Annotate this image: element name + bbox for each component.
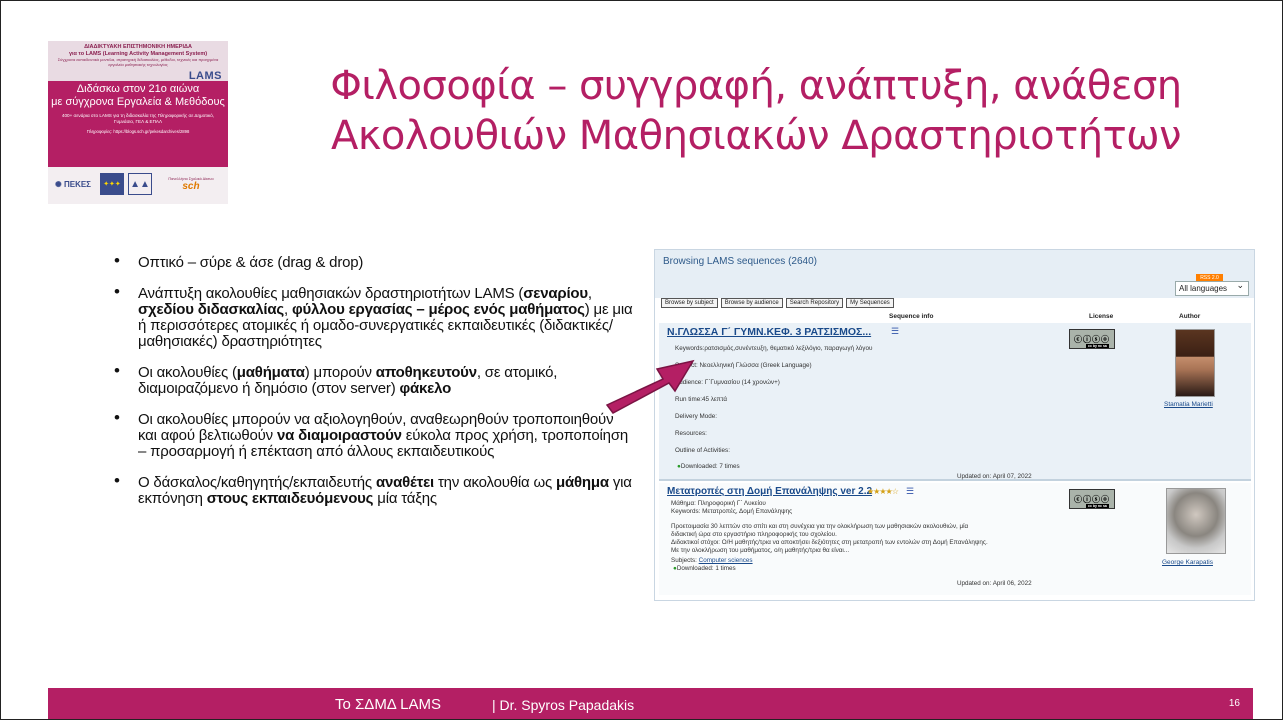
title-line1: Φιλοσοφία – συγγραφή, ανάπτυξη, ανάθεση bbox=[330, 63, 1182, 109]
tab-my-sequences[interactable]: My Sequences bbox=[846, 298, 894, 308]
pekes-logo: ✺ ΠΕΚΕΣ bbox=[55, 179, 91, 189]
poster-main3: 400+ σενάρια στο LAMS για τη διδασκαλία … bbox=[61, 113, 215, 124]
footer-author: | Dr. Spyros Papadakis bbox=[492, 697, 635, 713]
poster-main4: Πληροφορίες: https://blogs.sch.gr/pekesd… bbox=[86, 129, 190, 134]
eu-flag-icon: ✦✦✦ bbox=[100, 173, 124, 195]
seq-downloaded: ●Downloaded: 7 times bbox=[677, 463, 740, 470]
lams-repository-screenshot: Browsing LAMS sequences (2640) RSS 2.0 A… bbox=[654, 249, 1255, 601]
list-icon[interactable]: ☰ bbox=[891, 326, 899, 337]
author-link[interactable]: Stamatia Marietti bbox=[1164, 401, 1213, 408]
tab-search-repository[interactable]: Search Repository bbox=[785, 298, 844, 308]
seq-keywords: Keywords: Μετατροπές, Δομή Επανάληψης bbox=[671, 508, 793, 515]
seq-updated: Updated on: April 06, 2022 bbox=[957, 580, 1032, 587]
sequence-title-link[interactable]: Μετατροπές στη Δομή Επανάληψης ver 2.2 bbox=[667, 486, 872, 497]
language-select[interactable]: All languages bbox=[1175, 279, 1249, 296]
seq-desc-2: διδακτική ώρα στο εργαστήριο πληροφορική… bbox=[671, 531, 837, 538]
seq-desc-1: Προετοιμασία 30 λεπτών στο σπίτι και στη… bbox=[671, 523, 969, 530]
footer-title: Το ΣΔΜΔ LAMS bbox=[335, 696, 442, 713]
list-icon[interactable]: ☰ bbox=[906, 486, 914, 497]
table-header: Sequence info License Author bbox=[659, 312, 1251, 322]
rating-stars-icon: ★★★★☆ bbox=[867, 487, 899, 496]
author-link[interactable]: George Karapatis bbox=[1162, 559, 1213, 566]
bullet-list: Οπτικό – σύρε & άσε (drag & drop) Ανάπτυξ… bbox=[114, 253, 634, 522]
poster-main1: Διδάσκω στον 21ο αιώνα bbox=[76, 83, 200, 95]
pointer-arrow-icon bbox=[605, 359, 695, 414]
browsing-count: Browsing LAMS sequences (2640) bbox=[663, 256, 817, 267]
seq-downloaded: ●Downloaded: 1 times bbox=[673, 565, 736, 572]
footer-bar: Το ΣΔΜΔ LAMS | Dr. Spyros Papadakis 16 bbox=[48, 688, 1253, 719]
page-number: 16 bbox=[1228, 698, 1240, 709]
poster-main2: με σύγχρονα Εργαλεία & Μεθόδους bbox=[51, 96, 225, 108]
event-poster: ΔΙΑΔΙΚΤΥΑΚΗ ΕΠΙΣΤΗΜΟΝΙΚΗ ΗΜΕΡΙΔΑ για το … bbox=[48, 41, 228, 204]
author-photo[interactable] bbox=[1166, 488, 1226, 554]
seq-desc-3: Διδακτικοί στόχοι: Ο/Η μαθητής/τρια να α… bbox=[671, 539, 988, 546]
seq-subjects: Subjects: Computer sciences bbox=[671, 557, 753, 564]
slide: ΔΙΑΔΙΚΤΥΑΚΗ ΕΠΙΣΤΗΜΟΝΙΚΗ ΗΜΕΡΙΔΑ για το … bbox=[0, 0, 1283, 720]
cc-license-icon[interactable]: ⓒⓘⓢⓞ cc by nc sa bbox=[1069, 489, 1115, 509]
tab-browse-subject[interactable]: Browse by subject bbox=[661, 298, 718, 308]
cc-license-icon[interactable]: ⓒⓘⓢⓞ cc by nc sa bbox=[1069, 329, 1115, 349]
title-line2: Ακολουθιών Μαθησιακών Δραστηριοτήτων bbox=[330, 113, 1182, 159]
col-license: License bbox=[1089, 313, 1114, 320]
seq-course: Μάθημα: Πληροφορική Γ΄ Λυκείου bbox=[671, 500, 766, 507]
tab-browse-audience[interactable]: Browse by audience bbox=[720, 298, 783, 308]
slide-title: Φιλοσοφία – συγγραφή, ανάπτυξη, ανάθεση … bbox=[251, 61, 1261, 161]
seq-updated: Updated on: April 07, 2022 bbox=[957, 473, 1032, 480]
table-row: Μετατροπές στη Δομή Επανάληψης ver 2.2 ★… bbox=[659, 483, 1251, 595]
seq-desc-4: Με την ολοκλήρωση του μαθήματος, ο/η μαθ… bbox=[671, 547, 850, 554]
col-author: Author bbox=[1179, 313, 1201, 320]
author-photo[interactable] bbox=[1175, 329, 1215, 397]
seq-resources: Resources: bbox=[675, 430, 707, 437]
bullet-item: Οι ακολουθίες (μαθήματα) μπορούν αποθηκε… bbox=[114, 363, 634, 397]
lams-logo: LAMS bbox=[188, 70, 222, 82]
poster-main: Διδάσκω στον 21ο αιώνα με σύγχρονα Εργαλ… bbox=[48, 83, 228, 134]
poster-logos: ✺ ΠΕΚΕΣ ✦✦✦ ▲▲ Πανελλήνιο Σχολικό Δίκτυο… bbox=[48, 167, 228, 204]
sch-logo: Πανελλήνιο Σχολικό Δίκτυο sch bbox=[168, 176, 214, 192]
subject-link[interactable]: Computer sciences bbox=[699, 557, 753, 564]
mountain-logo-icon: ▲▲ bbox=[128, 173, 152, 195]
repo-tabs: Browse by subject Browse by audience Sea… bbox=[661, 298, 894, 308]
bullet-item: Οπτικό – σύρε & άσε (drag & drop) bbox=[114, 253, 634, 271]
bullet-item: Ο δάσκαλος/καθηγητής/εκπαιδευτής αναθέτε… bbox=[114, 473, 634, 507]
col-sequence-info: Sequence info bbox=[889, 313, 934, 320]
seq-outline: Outline of Activities: bbox=[675, 447, 730, 454]
poster-line3: Σύγχρονα εκπαιδευτικά μοντέλα, στρατηγικ… bbox=[57, 57, 219, 67]
bullet-item: Ανάπτυξη ακολουθίες μαθησιακών δραστηριο… bbox=[114, 284, 634, 350]
table-row: Ν.ΓΛΩΣΣΑ Γ΄ ΓΥΜΝ.ΚΕΦ. 3 ΡΑΤΣΙΣΜΟΣ... ☰ K… bbox=[659, 323, 1251, 481]
bullet-item: Οι ακολουθίες μπορούν να αξιολογηθούν, α… bbox=[114, 410, 634, 460]
